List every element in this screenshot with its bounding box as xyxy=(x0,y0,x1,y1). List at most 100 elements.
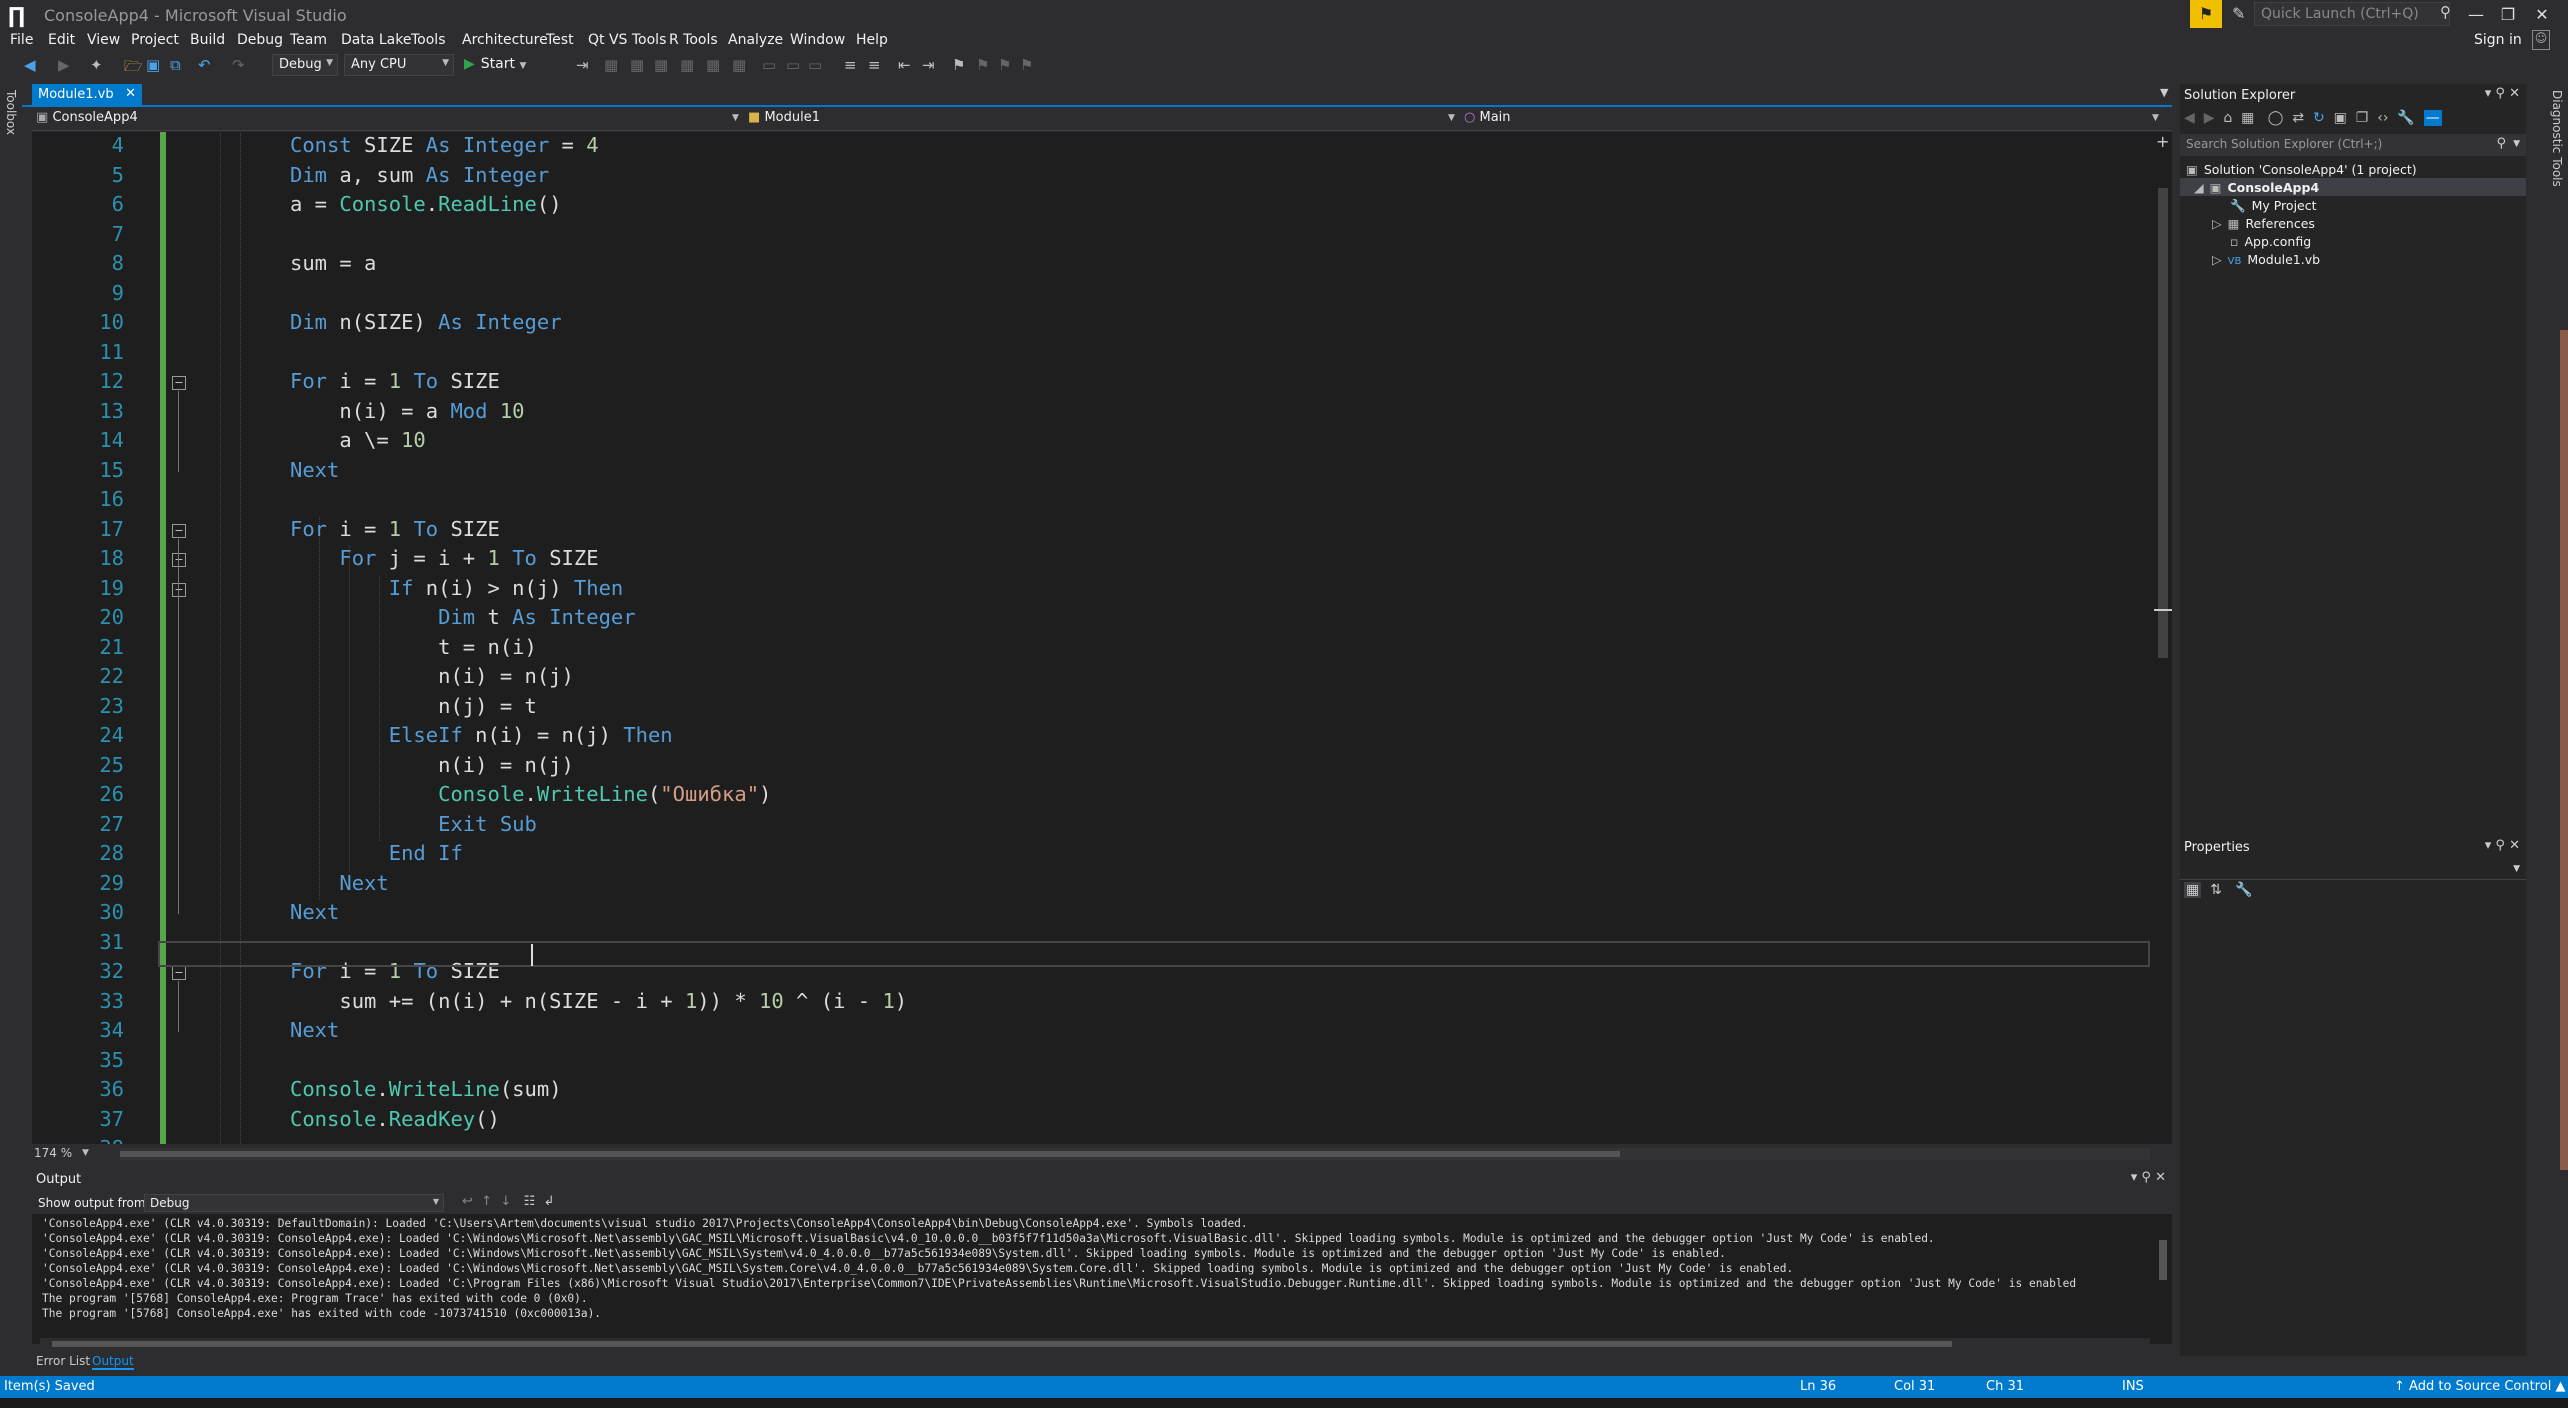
chevron-down-icon[interactable]: ▼ xyxy=(2152,113,2159,123)
forward-icon[interactable]: ▶ xyxy=(58,56,70,74)
comment-icon[interactable]: ≡ xyxy=(844,56,857,74)
code-line[interactable]: Next xyxy=(290,1018,339,1042)
code-line[interactable]: sum = a xyxy=(290,251,376,275)
dropdown-icon[interactable]: ▾ xyxy=(2131,1170,2138,1185)
tab-output[interactable]: Output xyxy=(92,1354,134,1370)
indent-icon[interactable]: ⇤ xyxy=(898,56,911,74)
toolbar-icon-a[interactable]: ▦ xyxy=(604,56,618,74)
properties-object-select[interactable]: ▼ xyxy=(2180,860,2526,880)
output-text[interactable]: 'ConsoleApp4.exe' (CLR v4.0.30319: Defau… xyxy=(32,1214,2162,1344)
collapse-all-icon[interactable]: ▣ xyxy=(2334,110,2347,126)
prev-bookmark-icon[interactable]: ⚑ xyxy=(976,56,989,74)
collapsed-arrow-icon[interactable]: ▷ xyxy=(2212,216,2222,231)
solution-platform-select[interactable]: Any CPU ▼ xyxy=(344,54,454,76)
switch-views-icon[interactable]: ▦ xyxy=(2241,110,2254,126)
tab-module1-vb[interactable]: Module1.vb ✕ xyxy=(32,84,142,106)
save-all-icon[interactable]: ⧉ xyxy=(170,56,181,74)
code-line[interactable]: For j = i + 1 To SIZE xyxy=(290,546,598,570)
quick-launch-search-icon[interactable]: ⚲ xyxy=(2440,3,2451,21)
sync-icon[interactable]: ⇄ xyxy=(2292,110,2304,126)
code-line[interactable]: t = n(i) xyxy=(290,635,537,659)
code-line[interactable]: For i = 1 To SIZE xyxy=(290,369,500,393)
bookmark-icon[interactable]: ⚑ xyxy=(952,56,965,74)
code-line[interactable]: n(i) = n(j) xyxy=(290,664,574,688)
undo-icon[interactable]: ↶ xyxy=(198,56,211,74)
code-line[interactable]: End If xyxy=(290,841,463,865)
collapse-region-icon[interactable]: − xyxy=(172,553,186,567)
step-icon[interactable]: ⇥ xyxy=(576,56,589,74)
menu-project[interactable]: Project xyxy=(131,32,179,48)
collapse-region-icon[interactable]: − xyxy=(172,376,186,390)
tab-error-list[interactable]: Error List xyxy=(36,1354,90,1368)
output-horizontal-scrollbar[interactable] xyxy=(40,1338,2150,1350)
code-line[interactable]: Dim a, sum As Integer xyxy=(290,163,549,187)
tree-item-module1-vb[interactable]: ▷ VB Module1.vb xyxy=(2212,252,2320,267)
search-icon[interactable]: ⚲ xyxy=(2496,136,2506,151)
toolbar-icon-h[interactable]: ▭ xyxy=(786,56,800,74)
start-debugging-button[interactable]: ▶ Start ▼ xyxy=(464,56,526,72)
toolbox-strip[interactable]: Toolbox xyxy=(0,82,22,1362)
chevron-down-icon[interactable]: ▼ xyxy=(732,113,739,123)
view-code-icon[interactable]: ‹› xyxy=(2377,110,2388,126)
chevron-down-icon[interactable]: ▼ xyxy=(82,1148,89,1158)
find-message-icon[interactable]: ↩ xyxy=(462,1194,473,1209)
code-line[interactable]: sum += (n(i) + n(SIZE - i + 1)) * 10 ^ (… xyxy=(290,989,907,1013)
menu-r-tools[interactable]: R Tools xyxy=(669,32,718,48)
menu-team[interactable]: Team xyxy=(290,32,327,48)
menu-qt-vs-tools[interactable]: Qt VS Tools xyxy=(588,32,666,48)
code-line[interactable]: Dim t As Integer xyxy=(290,605,636,629)
toolbar-icon-b[interactable]: ▦ xyxy=(630,56,644,74)
home-icon[interactable]: ⌂ xyxy=(2223,110,2232,126)
notifications-flag-icon[interactable]: ⚑ xyxy=(2190,0,2222,28)
categorized-icon[interactable]: ▦ xyxy=(2184,882,2202,898)
pin-icon[interactable]: ⚲ xyxy=(2141,1170,2151,1185)
code-line[interactable]: n(i) = n(j) xyxy=(290,753,574,777)
open-file-icon[interactable]: 🗁 xyxy=(124,56,143,81)
close-icon[interactable]: ✕ xyxy=(2155,1170,2166,1185)
output-vertical-scrollbar[interactable] xyxy=(2154,1214,2172,1344)
account-icon[interactable]: ☺ xyxy=(2532,30,2550,50)
nav-type-select[interactable]: ■ Module1 xyxy=(748,110,820,125)
editor-vertical-scrollbar[interactable]: + xyxy=(2154,132,2172,1144)
menu-edit[interactable]: Edit xyxy=(48,32,75,48)
diagnostic-tools-tab[interactable]: Diagnostic Tools xyxy=(2550,90,2564,187)
toolbar-icon-g[interactable]: ▭ xyxy=(762,56,776,74)
chevron-down-icon[interactable]: ▼ xyxy=(1448,113,1455,123)
code-line[interactable]: a = Console.ReadLine() xyxy=(290,192,562,216)
expanded-arrow-icon[interactable]: ◢ xyxy=(2194,180,2204,195)
menu-architecture[interactable]: Architecture xyxy=(462,32,548,48)
back-icon[interactable]: ◀ xyxy=(24,56,36,74)
scrollbar-thumb[interactable] xyxy=(52,1341,1952,1347)
prev-message-icon[interactable]: ↑ xyxy=(481,1194,492,1209)
refresh-icon[interactable]: ↻ xyxy=(2313,110,2325,126)
tab-list-dropdown-icon[interactable]: ▼ xyxy=(2160,86,2168,99)
menu-analyze[interactable]: Analyze xyxy=(728,32,783,48)
toolbox-tab[interactable]: Toolbox xyxy=(4,90,18,135)
pin-icon[interactable]: ⚲ xyxy=(2495,838,2505,853)
sign-in-link[interactable]: Sign in xyxy=(2474,32,2522,48)
show-all-files-icon[interactable]: ❐ xyxy=(2356,110,2369,126)
toolbar-icon-f[interactable]: ▦ xyxy=(732,56,746,74)
code-line[interactable]: For i = 1 To SIZE xyxy=(290,517,500,541)
collapsed-arrow-icon[interactable]: ▷ xyxy=(2212,252,2222,267)
editor-horizontal-scrollbar[interactable] xyxy=(120,1148,2150,1160)
code-line[interactable]: Next xyxy=(290,458,339,482)
property-pages-wrench-icon[interactable]: 🔧 xyxy=(2235,882,2252,898)
menu-help[interactable]: Help xyxy=(856,32,888,48)
menu-debug[interactable]: Debug xyxy=(237,32,283,48)
zoom-level[interactable]: 174 % xyxy=(34,1146,72,1160)
menu-test[interactable]: Test xyxy=(546,32,574,48)
outdent-icon[interactable]: ⇥ xyxy=(922,56,935,74)
back-icon[interactable]: ◀ xyxy=(2184,110,2195,126)
solution-explorer-search-input[interactable]: Search Solution Explorer (Ctrl+;) ⚲ ▼ xyxy=(2180,134,2526,156)
tree-project[interactable]: ◢ ▣ ConsoleApp4 xyxy=(2194,180,2319,195)
next-message-icon[interactable]: ↓ xyxy=(500,1194,511,1209)
collapse-region-icon[interactable]: − xyxy=(172,582,186,597)
close-tab-icon[interactable]: ✕ xyxy=(125,86,136,101)
save-icon[interactable]: ▣ xyxy=(146,56,160,74)
next-bookmark-icon[interactable]: ⚑ xyxy=(998,56,1011,74)
scrollbar-thumb[interactable] xyxy=(120,1151,1620,1157)
toolbar-icon-c[interactable]: ▦ xyxy=(654,56,668,74)
nav-project-select[interactable]: ▣ ConsoleApp4 xyxy=(36,110,138,125)
alphabetical-icon[interactable]: ⇅ xyxy=(2210,882,2222,898)
